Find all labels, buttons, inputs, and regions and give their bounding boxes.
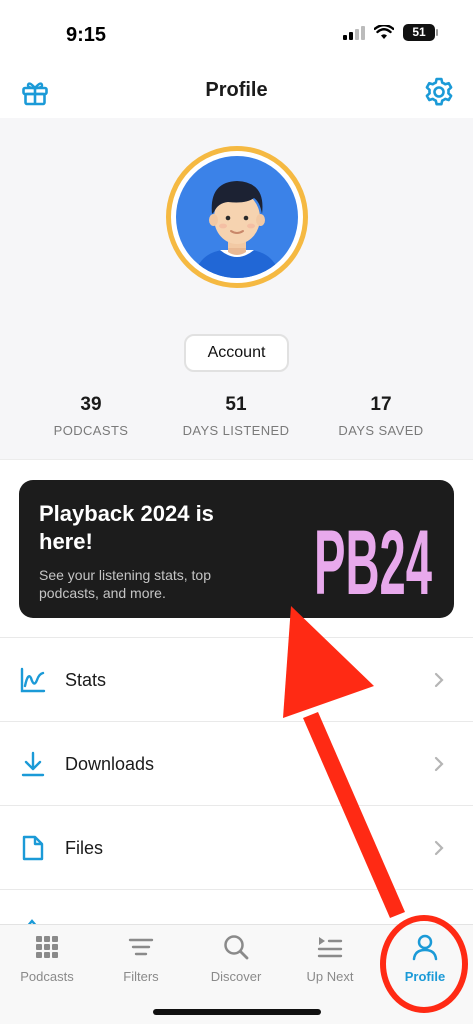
tab-bar: Podcasts Filters Discover Up Next Profil… [0,924,473,1024]
stat-podcasts: 39 PODCASTS [16,394,166,438]
battery-indicator: 51 [403,24,438,41]
search-icon [224,935,249,960]
home-indicator [153,1009,321,1015]
filter-lines-icon [128,938,154,956]
profile-section: Account 39 PODCASTS 51 DAYS LISTENED 17 … [0,118,473,460]
file-icon [22,835,44,861]
page-title: Profile [205,79,268,101]
header: Profile [0,64,473,118]
tab-podcasts[interactable]: Podcasts [0,933,94,993]
stat-value: 39 [80,394,102,415]
menu-item-label: Stats [65,670,107,690]
tab-label: Podcasts [20,969,74,984]
playback-subtitle: See your listening stats, top podcasts, … [39,567,211,601]
stat-days-saved: 17 DAYS SAVED [306,394,456,438]
tab-label: Up Next [306,969,354,984]
download-icon [21,751,45,777]
tab-discover[interactable]: Discover [189,933,283,993]
chevron-right-icon [434,840,444,856]
menu-item-files[interactable]: Files [0,805,473,889]
playback-logo-text: PB24 [314,512,432,604]
stat-value: 17 [370,394,392,415]
playback-title: Playback 2024 is here! [39,501,214,554]
queue-icon [317,937,343,958]
chevron-right-icon [434,756,444,772]
avatar[interactable] [166,146,308,288]
chevron-right-icon [434,672,444,688]
playback-banner[interactable]: Playback 2024 is here! See your listenin… [19,480,454,618]
menu-item-label: Downloads [65,754,155,774]
avatar-image [176,156,298,278]
grid-icon [36,936,58,958]
stats-chart-icon [20,667,46,693]
person-illustration [194,181,280,278]
person-icon [412,934,438,961]
profile-menu: Stats Downloads Files [0,637,473,929]
tab-filters[interactable]: Filters [94,933,188,993]
status-bar: 9:15 51 [0,0,473,64]
stat-label: DAYS LISTENED [182,423,290,438]
cellular-signal-icon [343,25,365,40]
gear-icon[interactable] [423,76,455,108]
tab-up-next[interactable]: Up Next [283,933,377,993]
menu-item-downloads[interactable]: Downloads [0,721,473,805]
stat-label: PODCASTS [53,423,129,438]
tab-profile[interactable]: Profile [378,933,472,993]
menu-item-partial[interactable] [0,889,473,929]
stat-days-listened: 51 DAYS LISTENED [161,394,311,438]
status-icons: 51 [343,24,438,41]
status-time: 9:15 [66,24,107,46]
tab-label: Discover [210,969,262,984]
stat-value: 51 [225,394,247,415]
wifi-icon [374,25,394,39]
playback-logo: PB24 [314,512,432,604]
menu-item-label: Files [65,838,104,858]
stat-label: DAYS SAVED [338,423,424,438]
menu-item-stats[interactable]: Stats [0,637,473,721]
account-button[interactable]: Account [184,334,289,372]
tab-label: Filters [123,969,159,984]
tab-label: Profile [404,969,446,984]
